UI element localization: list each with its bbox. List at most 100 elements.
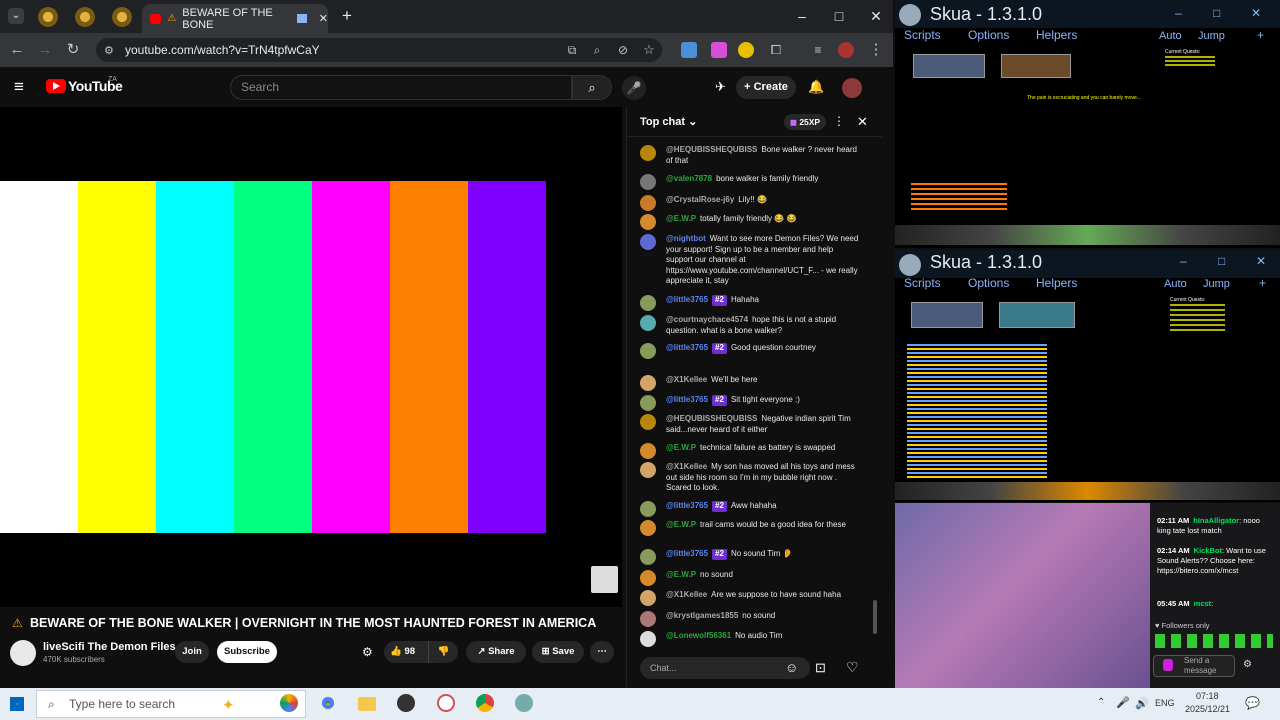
chat-author-avatar[interactable]: [640, 214, 656, 230]
chat-author-name[interactable]: @HEQUBISSHEQUBISS: [666, 414, 757, 423]
tab-active[interactable]: ⚠ BEWARE OF THE BONE ✕: [142, 4, 328, 33]
site-info-icon[interactable]: ⚙: [104, 44, 114, 57]
notification-center-icon[interactable]: 💬: [1245, 696, 1260, 710]
chat-author-avatar[interactable]: [640, 395, 656, 411]
chat-author-avatar[interactable]: [640, 590, 656, 606]
tab-close-icon[interactable]: ✕: [319, 12, 328, 25]
skua-taskbar-icon[interactable]: [515, 694, 533, 712]
windows-start-icon[interactable]: [10, 697, 24, 711]
chat-message[interactable]: @X1Kellee We'll be here: [640, 375, 860, 391]
skua-jump-button[interactable]: Jump: [1203, 278, 1230, 290]
zoom-icon[interactable]: ⌕: [587, 40, 607, 60]
chat-author-avatar[interactable]: [640, 549, 656, 565]
chat-author-name[interactable]: @HEQUBISSHEQUBISS: [666, 145, 757, 154]
tray-mic-icon[interactable]: 🎤: [1116, 696, 1130, 709]
share-button[interactable]: ↗ Share: [466, 641, 526, 663]
extension-3-icon[interactable]: [738, 42, 754, 58]
chat-message[interactable]: @X1Kellee Are we suppose to have sound ha…: [640, 590, 860, 606]
save-button[interactable]: ⊞ Save: [532, 641, 584, 663]
account-avatar[interactable]: [842, 78, 862, 98]
mic-icon[interactable]: [1163, 659, 1173, 671]
chat-message[interactable]: @CrystalRose-j6y Lily!! 😂: [640, 195, 860, 211]
chat-author-avatar[interactable]: [640, 414, 656, 430]
chat-message[interactable]: @E.W.P technical failure as battery is sw…: [640, 443, 860, 459]
incognito-icon[interactable]: ⊘: [613, 40, 633, 60]
chat-author-name[interactable]: @krystlgames1855: [666, 611, 738, 620]
obs-icon[interactable]: [397, 694, 415, 712]
search-input[interactable]: Search: [230, 75, 572, 100]
chat-author-name[interactable]: @E.W.P: [666, 443, 696, 452]
extension-1-icon[interactable]: [681, 42, 697, 58]
skua-close-button[interactable]: ✕: [1256, 254, 1266, 268]
super-chat-icon[interactable]: ⊡: [815, 660, 826, 676]
chat-message[interactable]: @courtnaychace4574 hope this is not a stu…: [640, 315, 860, 336]
skua-jump-button[interactable]: Jump: [1198, 30, 1225, 42]
chrome-icon[interactable]: [319, 694, 337, 712]
maximize-button[interactable]: □: [825, 6, 853, 26]
chat-author-name[interactable]: @X1Kellee: [666, 462, 707, 471]
chat-author-avatar[interactable]: [640, 611, 656, 627]
skua-minimize-button[interactable]: –: [1180, 254, 1187, 268]
channel-name[interactable]: liveScifi The Demon Files: [43, 641, 176, 653]
chat-message[interactable]: @X1Kellee My son has moved all his toys a…: [640, 462, 860, 494]
chat-author-name[interactable]: @little3765: [666, 395, 708, 404]
chat-author-avatar[interactable]: [640, 234, 656, 250]
chat-author-name[interactable]: @X1Kellee: [666, 590, 707, 599]
chat-author-name[interactable]: @Lonewolf56361: [666, 631, 731, 640]
new-tab-button[interactable]: +: [337, 6, 357, 26]
app-icon[interactable]: [437, 694, 455, 712]
search-button[interactable]: ⌕: [572, 75, 612, 100]
chat-author-name[interactable]: @little3765: [666, 343, 708, 352]
subscribe-button[interactable]: Subscribe: [217, 641, 277, 663]
chat-message[interactable]: @little3765 #2 Aww hahaha: [640, 501, 860, 517]
chat-message[interactable]: @E.W.P totally family friendly 😂 😂: [640, 214, 860, 230]
skua-auto-button[interactable]: Auto: [1159, 30, 1182, 42]
skua-menu-options[interactable]: Options: [968, 28, 1009, 42]
chat-author-name[interactable]: @CrystalRose-j6y: [666, 195, 734, 204]
chat-author-avatar[interactable]: [640, 462, 656, 478]
chrome-alt-icon[interactable]: [476, 694, 494, 712]
emoji-icon[interactable]: ☺: [785, 660, 798, 675]
chat-author-name[interactable]: @little3765: [666, 295, 708, 304]
chat-message[interactable]: @little3765 #2 Good question courtney: [640, 343, 860, 359]
chat-message[interactable]: @little3765 #2 No sound Tim 👂: [640, 549, 860, 565]
file-explorer-icon[interactable]: [358, 697, 376, 711]
profile-avatar-icon[interactable]: [838, 42, 854, 58]
chat-author-avatar[interactable]: [640, 570, 656, 586]
chat-author-name[interactable]: @courtnaychace4574: [666, 315, 748, 324]
chat-author-avatar[interactable]: [640, 443, 656, 459]
forward-icon[interactable]: →: [35, 40, 55, 60]
chat-author-name[interactable]: @E.W.P: [666, 570, 696, 579]
extensions-puzzle-icon[interactable]: ⧠: [766, 40, 786, 60]
chat-message[interactable]: @krystlgames1855 no sound: [640, 611, 860, 627]
skua-auto-button[interactable]: Auto: [1164, 278, 1187, 290]
chat-message[interactable]: @nightbot Want to see more Demon Files? W…: [640, 234, 860, 287]
channel-watermark[interactable]: [591, 566, 618, 593]
tab-favicon-2[interactable]: [75, 7, 95, 27]
chat-message[interactable]: @valen7878 bone walker is family friendly: [640, 174, 860, 190]
chat-author-avatar[interactable]: [640, 315, 656, 331]
chat-author-avatar[interactable]: [640, 375, 656, 391]
extension-2-icon[interactable]: [711, 42, 727, 58]
chat-author-avatar[interactable]: [640, 195, 656, 211]
chat-author-name[interactable]: @little3765: [666, 549, 708, 558]
skua-menu-helpers[interactable]: Helpers: [1036, 276, 1077, 290]
chat-message[interactable]: @Lonewolf56361 No audio Tim: [640, 631, 860, 647]
chat-close-icon[interactable]: ✕: [857, 114, 868, 130]
clock-time[interactable]: 07:18: [1196, 691, 1219, 701]
back-icon[interactable]: ←: [7, 40, 27, 60]
chat-author-name[interactable]: @X1Kellee: [666, 375, 707, 384]
like-button[interactable]: 👍 98: [384, 641, 428, 663]
chat-message[interactable]: @E.W.P trail cams would be a good idea fo…: [640, 520, 860, 536]
minimize-button[interactable]: –: [788, 6, 816, 26]
chat-author-name[interactable]: @little3765: [666, 501, 708, 510]
browser-menu-icon[interactable]: ⋮: [866, 40, 886, 60]
skua-add-icon[interactable]: +: [1259, 276, 1266, 290]
youtube-logo-icon[interactable]: [46, 79, 66, 93]
chat-message[interactable]: @HEQUBISSHEQUBISS Negative indian spirit …: [640, 414, 860, 435]
skua-maximize-button[interactable]: □: [1218, 254, 1225, 268]
chat-more-icon[interactable]: ⋮: [833, 114, 845, 128]
heart-icon[interactable]: ♡: [846, 659, 859, 676]
stream-chat-user[interactable]: mcst: [1194, 599, 1212, 608]
taskbar-search-input[interactable]: Type here to search: [36, 690, 306, 718]
